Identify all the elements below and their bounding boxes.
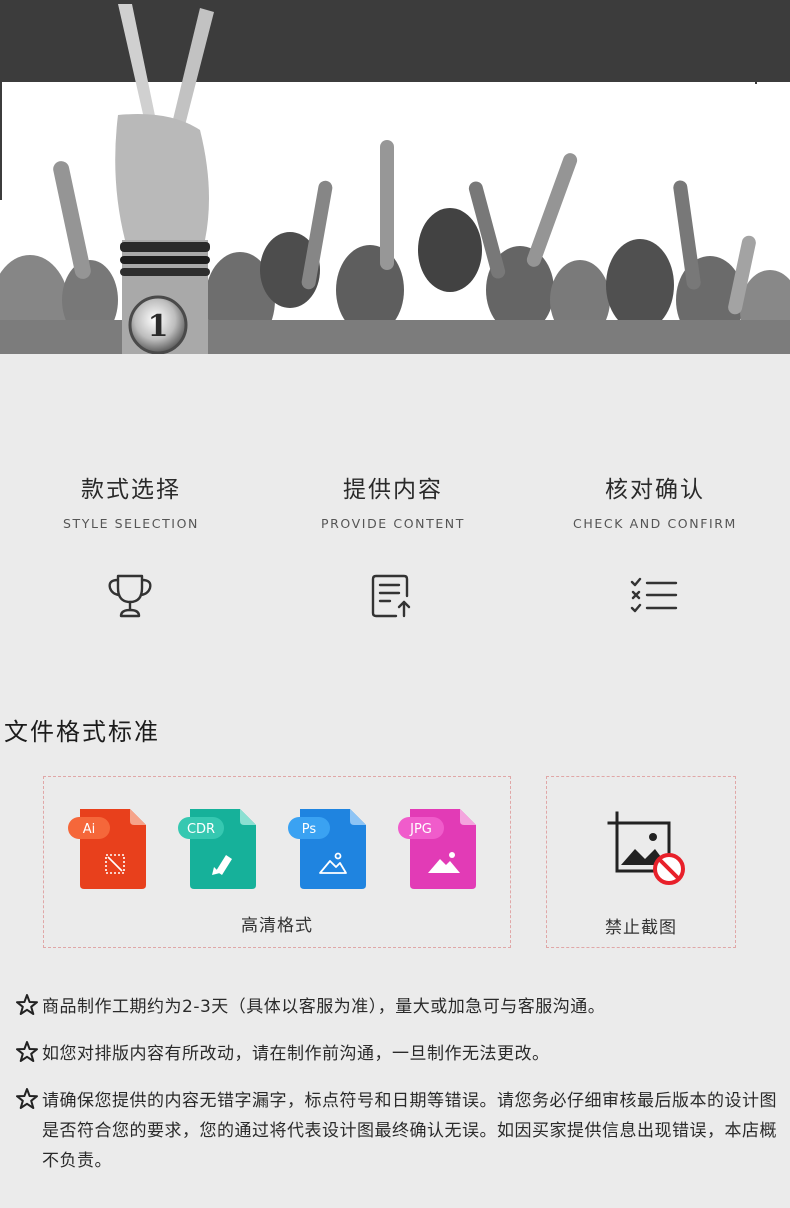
format-label: JPG bbox=[409, 822, 432, 837]
note-item: 如您对排版内容有所改动，请在制作前沟通，一旦制作无法更改。 bbox=[16, 1039, 786, 1069]
step-subtitle: CHECK AND CONFIRM bbox=[573, 516, 737, 531]
step-title: 提供内容 bbox=[343, 477, 443, 503]
step-check-confirm: 核对确认 CHECK AND CONFIRM bbox=[524, 470, 786, 531]
format-label: CDR bbox=[187, 822, 215, 837]
star-icon bbox=[16, 994, 38, 1015]
notes-list: 商品制作工期约为2-3天（具体以客服为准），量大或加急可与客服沟通。 如您对排版… bbox=[16, 992, 786, 1193]
step-style-selection: 款式选择 STYLE SELECTION bbox=[0, 470, 262, 531]
crowd-illustration: 1 bbox=[0, 4, 790, 354]
no-screenshot-icon bbox=[607, 811, 685, 885]
star-icon bbox=[16, 1041, 38, 1062]
note-text: 商品制作工期约为2-3天（具体以客服为准），量大或加急可与客服沟通。 bbox=[42, 997, 606, 1017]
note-text: 请确保您提供的内容无错字漏字，标点符号和日期等错误。请您务必仔细审核最后版本的设… bbox=[42, 1091, 777, 1171]
ai-file-icon: Ai bbox=[68, 809, 146, 889]
ps-file-icon: Ps bbox=[288, 809, 366, 889]
note-text: 如您对排版内容有所改动，请在制作前沟通，一旦制作无法更改。 bbox=[42, 1044, 550, 1064]
cdr-file-icon: CDR bbox=[178, 809, 256, 889]
note-item: 商品制作工期约为2-3天（具体以客服为准），量大或加急可与客服沟通。 bbox=[16, 992, 786, 1022]
trophy-icon bbox=[108, 574, 152, 618]
checklist-icon bbox=[630, 577, 678, 613]
format-label: Ai bbox=[83, 822, 96, 837]
jpg-file-icon: JPG bbox=[398, 809, 476, 889]
process-steps: 款式选择 STYLE SELECTION 提供内容 PROVIDE CONTEN… bbox=[0, 470, 790, 640]
step-subtitle: STYLE SELECTION bbox=[63, 516, 199, 531]
hero-banner: 1 bbox=[0, 0, 790, 354]
step-title: 核对确认 bbox=[605, 477, 705, 503]
formats-panel: Ai CDR Ps JPG 高清格式 bbox=[43, 776, 511, 948]
step-subtitle: PROVIDE CONTENT bbox=[320, 516, 465, 531]
note-item: 请确保您提供的内容无错字漏字，标点符号和日期等错误。请您务必仔细审核最后版本的设… bbox=[16, 1086, 786, 1176]
svg-text:1: 1 bbox=[148, 309, 169, 344]
document-upload-icon bbox=[371, 574, 411, 618]
star-icon bbox=[16, 1088, 38, 1109]
formats-caption: 高清格式 bbox=[241, 916, 313, 936]
no-screenshot-panel: 禁止截图 bbox=[546, 776, 736, 948]
no-screenshot-caption: 禁止截图 bbox=[605, 918, 677, 938]
step-title: 款式选择 bbox=[81, 477, 181, 503]
section-title: 文件格式标准 bbox=[4, 718, 160, 746]
step-provide-content: 提供内容 PROVIDE CONTENT bbox=[262, 470, 524, 531]
format-label: Ps bbox=[302, 822, 317, 837]
